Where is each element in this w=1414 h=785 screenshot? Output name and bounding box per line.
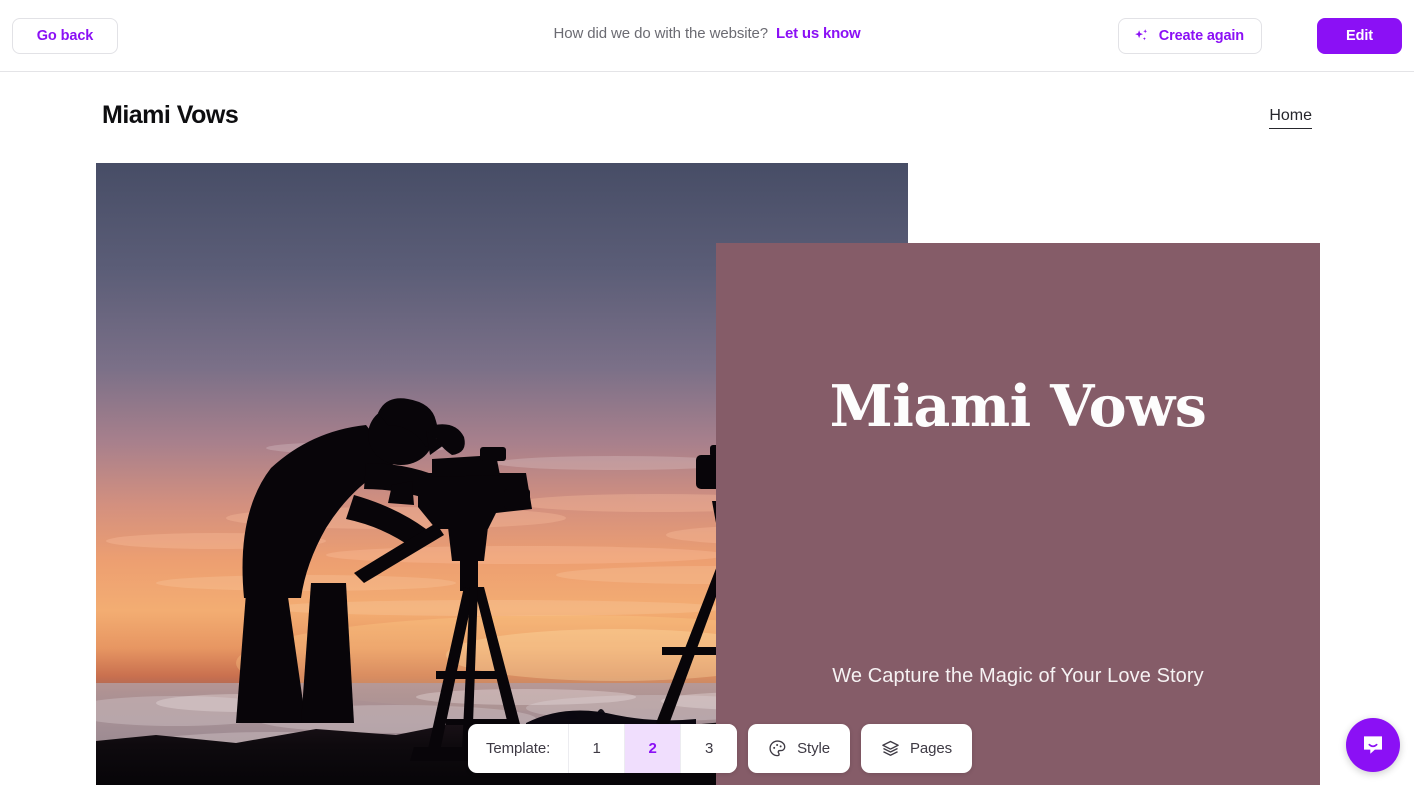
editor-toolbar: Template: 1 2 3 Style Pages	[468, 724, 973, 773]
pages-button[interactable]: Pages	[861, 724, 973, 773]
template-label: Template:	[468, 724, 570, 773]
go-back-label: Go back	[36, 28, 94, 44]
style-label: Style	[797, 740, 830, 757]
template-selector: Template: 1 2 3	[468, 724, 738, 773]
hero-panel: Miami Vows We Capture the Magic of Your …	[716, 243, 1320, 785]
let-us-know-link[interactable]: Let us know	[776, 25, 861, 42]
pages-label: Pages	[910, 740, 953, 757]
create-again-button[interactable]: Create again	[1117, 18, 1262, 54]
feedback-question: How did we do with the website?	[553, 25, 769, 42]
site-header: Miami Vows Home	[0, 101, 1414, 155]
site-brand-title: Miami Vows	[102, 101, 239, 129]
site-nav: Home	[1269, 107, 1312, 129]
hero-title: Miami Vows	[829, 373, 1207, 440]
template-option-1[interactable]: 1	[569, 724, 626, 773]
go-back-button[interactable]: Go back	[12, 18, 118, 54]
create-again-label: Create again	[1158, 28, 1244, 44]
chat-launcher-button[interactable]	[1346, 718, 1400, 772]
layers-icon	[881, 739, 900, 758]
template-option-3[interactable]: 3	[681, 724, 738, 773]
edit-label: Edit	[1346, 28, 1373, 44]
nav-item-home[interactable]: Home	[1269, 107, 1312, 129]
chat-bubble-icon	[1360, 732, 1386, 758]
hero-tagline: We Capture the Magic of Your Love Story	[832, 665, 1204, 687]
palette-icon	[768, 739, 787, 758]
website-preview: Miami Vows Home Miami Vows We Capture th…	[0, 73, 1414, 785]
template-option-2[interactable]: 2	[625, 724, 682, 773]
edit-button[interactable]: Edit	[1317, 18, 1402, 54]
sparkle-icon	[1133, 28, 1150, 45]
top-app-bar: Go back How did we do with the website? …	[0, 0, 1414, 72]
style-button[interactable]: Style	[748, 724, 850, 773]
